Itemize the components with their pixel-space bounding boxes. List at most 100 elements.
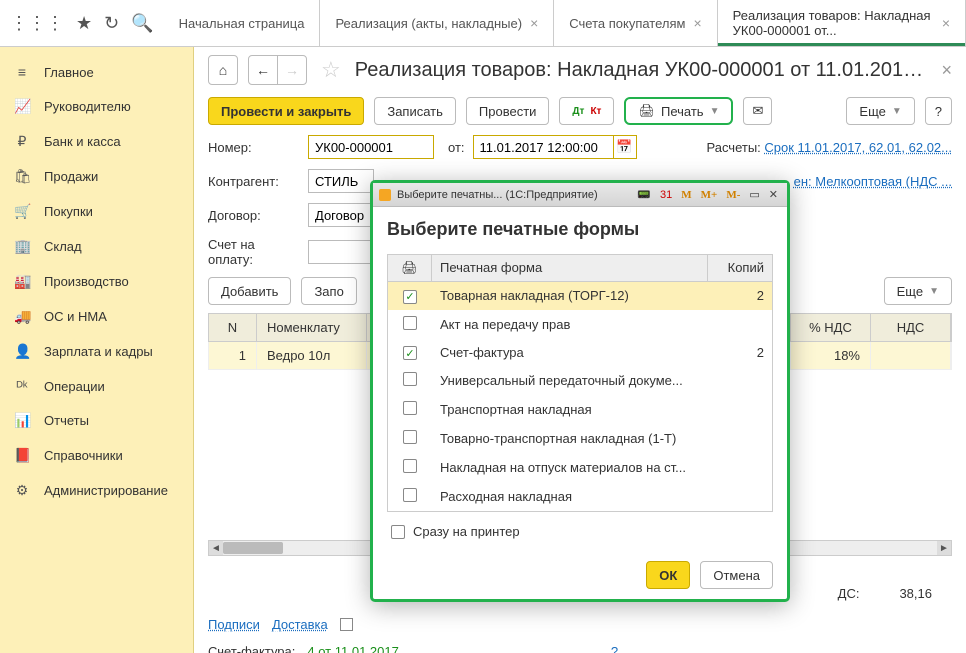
- chevron-down-icon: ▼: [929, 286, 939, 297]
- sidebar-item-bank[interactable]: ₽Банк и касса: [0, 124, 193, 159]
- m-minus-icon[interactable]: M-: [723, 189, 743, 201]
- page-title: Реализация товаров: Накладная УК00-00000…: [355, 59, 932, 82]
- print-form-row[interactable]: Товарно-транспортная накладная (1-Т): [388, 424, 772, 453]
- print-form-row[interactable]: Товарная накладная (ТОРГ-12)2: [388, 282, 772, 310]
- post-and-close-button[interactable]: Провести и закрыть: [208, 97, 364, 125]
- scroll-left-icon[interactable]: ◄: [209, 541, 223, 555]
- sidebar-item-manager[interactable]: 📈Руководителю: [0, 89, 193, 124]
- print-form-row[interactable]: Расходная накладная: [388, 482, 772, 511]
- calendar-icon[interactable]: 📅: [613, 135, 637, 159]
- printer-icon: 🖨: [638, 103, 655, 119]
- row-checkbox[interactable]: [403, 316, 417, 330]
- close-icon[interactable]: ×: [942, 15, 950, 31]
- number-label: Номер:: [208, 140, 300, 155]
- mail-button[interactable]: ✉: [743, 97, 772, 125]
- price-link[interactable]: ен: Мелкооптовая (НДС ...: [794, 174, 952, 189]
- star-icon[interactable]: ☆: [321, 57, 341, 83]
- write-button[interactable]: Записать: [374, 97, 456, 125]
- sidebar-item-label: Склад: [44, 239, 82, 254]
- scroll-thumb[interactable]: [223, 542, 283, 554]
- sidebar-item-operations[interactable]: ᴰᵏОперации: [0, 369, 193, 403]
- sidebar-item-warehouse[interactable]: 🏢Склад: [0, 229, 193, 264]
- dtkt-button[interactable]: ДтКт: [559, 97, 614, 125]
- nav-buttons: ← →: [248, 55, 307, 85]
- print-forms-dialog: Выберите печатны... (1С:Предприятие) 📟 3…: [370, 180, 790, 602]
- row-label: Товарно-транспортная накладная (1-Т): [432, 425, 708, 452]
- print-form-row[interactable]: Счет-фактура2: [388, 339, 772, 367]
- sidebar-item-assets[interactable]: 🚚ОС и НМА: [0, 299, 193, 334]
- number-input[interactable]: [308, 135, 434, 159]
- favorite-icon[interactable]: ★: [76, 13, 92, 34]
- toolbar: Провести и закрыть Записать Провести ДтК…: [208, 97, 952, 125]
- close-icon[interactable]: ×: [693, 15, 701, 31]
- invoice-input[interactable]: [308, 240, 374, 264]
- counterparty-input[interactable]: [308, 169, 374, 193]
- back-button[interactable]: ←: [248, 55, 278, 85]
- post-button[interactable]: Провести: [466, 97, 550, 125]
- forward-button[interactable]: →: [277, 55, 307, 85]
- tab-realization-doc[interactable]: Реализация товаров: Накладная УК00-00000…: [718, 0, 966, 46]
- sidebar-item-admin[interactable]: ⚙Администрирование: [0, 473, 193, 508]
- cancel-button[interactable]: Отмена: [700, 561, 773, 589]
- add-button[interactable]: Добавить: [208, 277, 291, 305]
- print-form-row[interactable]: Акт на передачу прав: [388, 310, 772, 339]
- sidebar-item-salary[interactable]: 👤Зарплата и кадры: [0, 334, 193, 369]
- m-icon[interactable]: M: [678, 189, 694, 201]
- dialog-titlebar[interactable]: Выберите печатны... (1С:Предприятие) 📟 3…: [373, 183, 787, 207]
- tab-invoices[interactable]: Счета покупателям ×: [554, 0, 717, 46]
- sidebar-item-production[interactable]: 🏭Производство: [0, 264, 193, 299]
- calendar-icon[interactable]: 31: [657, 189, 675, 201]
- calc-block: Расчеты: Срок 11.01.2017, 62.01, 62.02..…: [706, 140, 952, 155]
- help-link[interactable]: ?: [611, 644, 618, 653]
- sidebar-item-catalogs[interactable]: 📕Справочники: [0, 438, 193, 473]
- home-button[interactable]: ⌂: [208, 55, 238, 85]
- row-checkbox[interactable]: [403, 346, 417, 360]
- direct-print-checkbox[interactable]: [391, 525, 405, 539]
- sf-label: Счет-фактура:: [208, 644, 295, 653]
- row-checkbox[interactable]: [403, 459, 417, 473]
- scroll-right-icon[interactable]: ►: [937, 541, 951, 555]
- calc-icon[interactable]: 📟: [634, 188, 654, 201]
- help-button[interactable]: ?: [925, 97, 952, 125]
- print-button[interactable]: 🖨 Печать ▼: [624, 97, 733, 125]
- close-icon[interactable]: ×: [941, 60, 952, 81]
- delivery-link[interactable]: Доставка: [272, 617, 328, 632]
- row-copies: 2: [708, 339, 772, 366]
- chevron-down-icon: ▼: [710, 106, 720, 117]
- print-form-row[interactable]: Транспортная накладная: [388, 395, 772, 424]
- factory-icon: 🏭: [14, 273, 30, 290]
- ok-button[interactable]: ОК: [646, 561, 690, 589]
- th-vat: НДС: [871, 314, 951, 341]
- calc-link[interactable]: Срок 11.01.2017, 62.01, 62.02...: [764, 140, 952, 155]
- tab-realization-list[interactable]: Реализация (акты, накладные) ×: [320, 0, 554, 46]
- row-checkbox[interactable]: [403, 430, 417, 444]
- search-icon[interactable]: 🔍: [131, 13, 153, 34]
- close-icon[interactable]: ✕: [766, 188, 781, 201]
- print-form-row[interactable]: Универсальный передаточный докуме...: [388, 366, 772, 395]
- history-icon[interactable]: ↻: [104, 13, 119, 34]
- sf-link[interactable]: 4 от 11.01.2017: [307, 644, 398, 653]
- row-checkbox[interactable]: [403, 401, 417, 415]
- sidebar-item-main[interactable]: ≡Главное: [0, 55, 193, 89]
- sidebar-item-purchases[interactable]: 🛒Покупки: [0, 194, 193, 229]
- footer-checkbox[interactable]: [340, 618, 353, 631]
- close-icon[interactable]: ×: [530, 15, 538, 31]
- sidebar-item-sales[interactable]: 🛍Продажи: [0, 159, 193, 194]
- apps-icon[interactable]: ⋮⋮⋮: [10, 13, 64, 34]
- print-form-row[interactable]: Накладная на отпуск материалов на ст...: [388, 453, 772, 482]
- row-checkbox[interactable]: [403, 290, 417, 304]
- row-checkbox[interactable]: [403, 488, 417, 502]
- date-input[interactable]: [473, 135, 613, 159]
- contract-input[interactable]: [308, 203, 374, 227]
- more-button[interactable]: Еще▼: [846, 97, 914, 125]
- direct-print-option[interactable]: Сразу на принтер: [387, 524, 773, 539]
- fill-button[interactable]: Запо: [301, 277, 356, 305]
- signatures-link[interactable]: Подписи: [208, 617, 260, 632]
- tab-home[interactable]: Начальная страница: [164, 0, 321, 46]
- table-more-button[interactable]: Еще▼: [884, 277, 952, 305]
- row-checkbox[interactable]: [403, 372, 417, 386]
- minimize-icon[interactable]: ▭: [746, 188, 762, 201]
- sidebar-item-reports[interactable]: 📊Отчеты: [0, 403, 193, 438]
- m-plus-icon[interactable]: M+: [698, 189, 721, 201]
- invoice-label: Счет на оплату:: [208, 237, 300, 267]
